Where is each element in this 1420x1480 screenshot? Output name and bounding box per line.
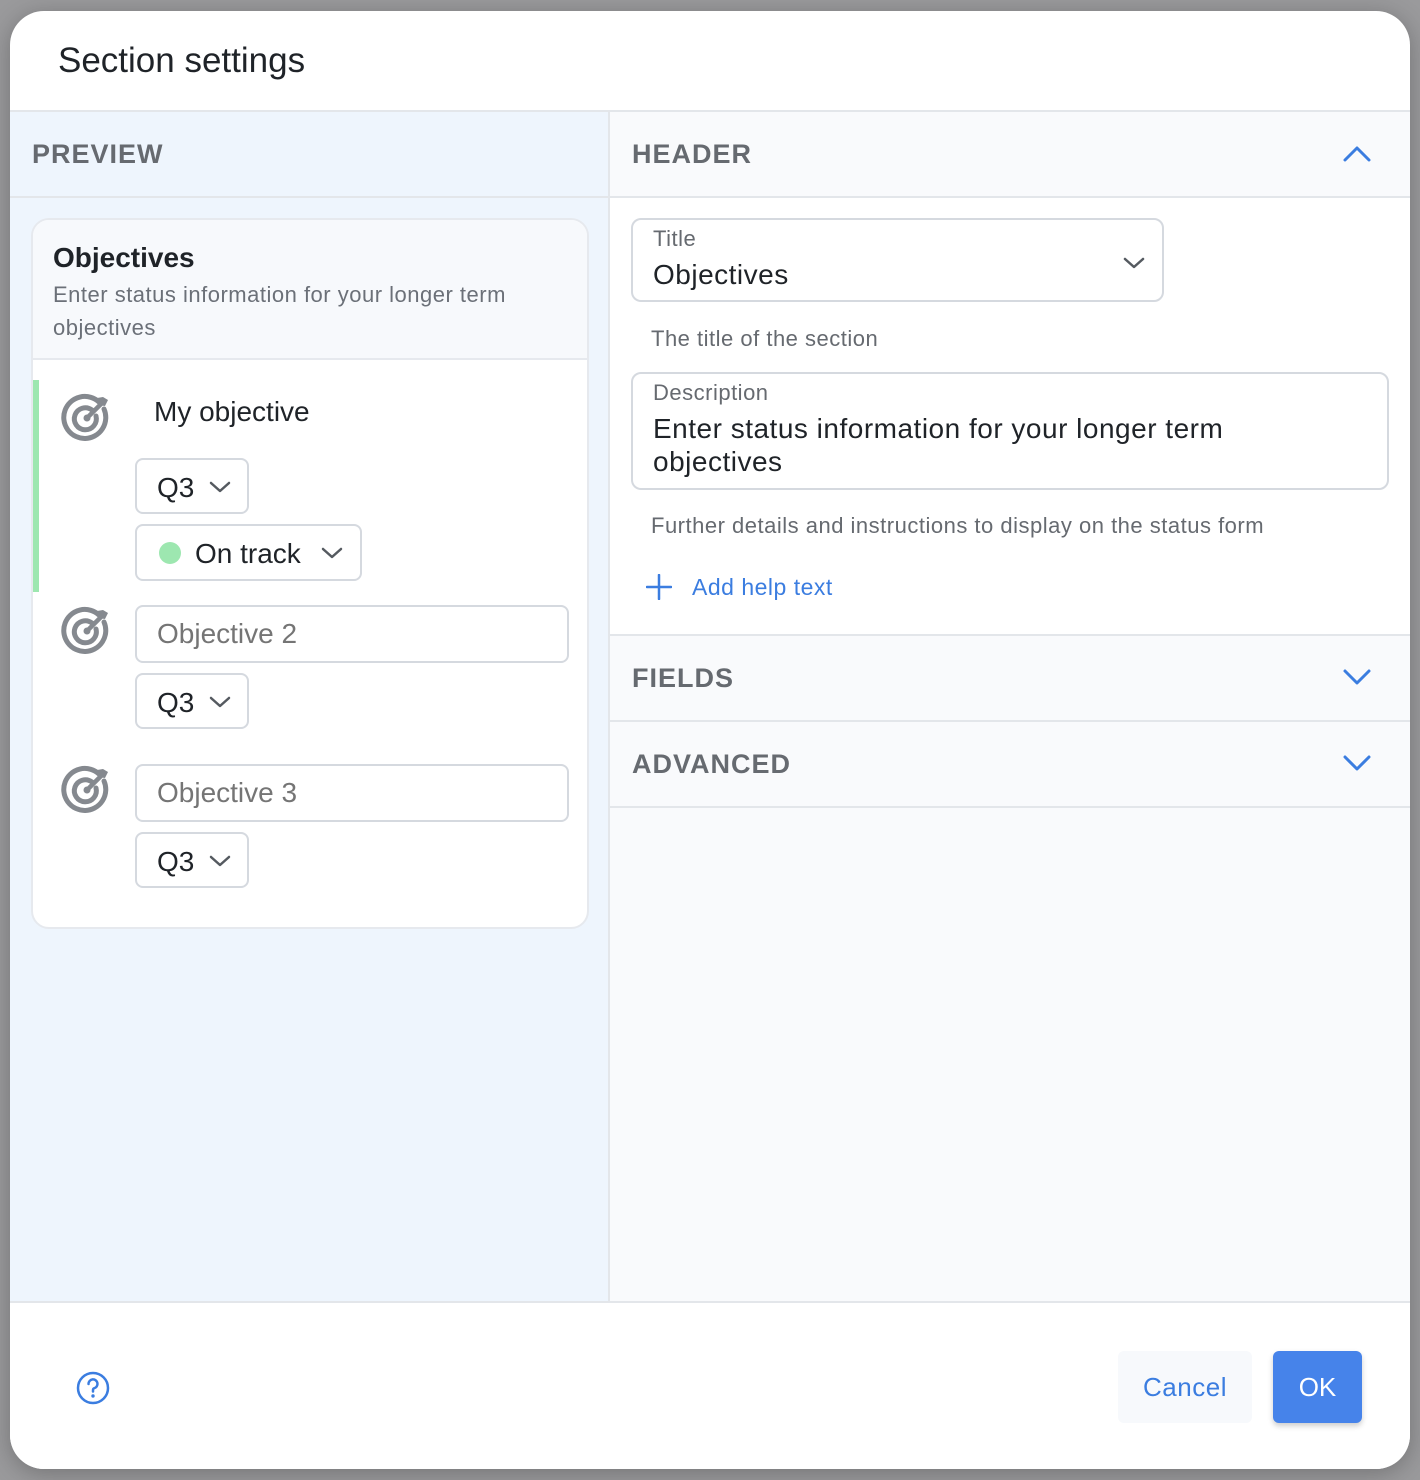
fields-section-label: FIELDS (632, 663, 735, 693)
preview-heading: PREVIEW (32, 139, 164, 169)
description-helper-text: Further details and instructions to disp… (651, 513, 1265, 538)
add-help-text-label: Add help text (692, 573, 833, 600)
preview-card: Objectives Enter status information for … (31, 218, 589, 929)
chevron-up-icon (1343, 146, 1371, 162)
objective-2-quarter-select[interactable]: Q3 (135, 673, 249, 729)
cancel-button[interactable]: Cancel (1118, 1351, 1252, 1423)
add-help-text-button[interactable]: Add help text (646, 570, 833, 604)
chevron-down-icon (209, 855, 231, 867)
objective-3-input[interactable] (135, 764, 569, 822)
ok-button[interactable]: OK (1273, 1351, 1362, 1423)
dialog-footer: Cancel OK (10, 1301, 1410, 1469)
chevron-down-icon (1123, 257, 1145, 269)
plus-icon (646, 574, 672, 600)
dialog-header: Section settings (10, 11, 1410, 112)
preview-pane: PREVIEW Objectives Enter status informat… (10, 112, 610, 1301)
description-field[interactable]: Description Enter status information for… (631, 372, 1389, 490)
fields-accordion-toggle[interactable]: FIELDS (610, 636, 1410, 722)
header-section-body: Title Objectives The title of the sectio… (610, 198, 1410, 636)
objective-accent-bar (33, 380, 39, 592)
description-field-label: Description (653, 380, 769, 405)
description-field-value: Enter status information for your longer… (653, 413, 1224, 477)
quarter-value: Q3 (157, 472, 195, 503)
settings-pane: HEADER Title Objectives The title of the… (610, 112, 1410, 1301)
objective-1-label: My objective (154, 396, 310, 427)
chevron-down-icon (1343, 755, 1371, 771)
chevron-down-icon (209, 696, 231, 708)
header-accordion-toggle[interactable]: HEADER (610, 112, 1410, 198)
target-icon (61, 765, 109, 813)
objective-1-quarter-select[interactable]: Q3 (135, 458, 249, 514)
target-icon (61, 606, 109, 654)
preview-card-title: Objectives (53, 242, 195, 273)
title-field[interactable]: Title Objectives (631, 218, 1164, 302)
quarter-value: Q3 (157, 846, 195, 877)
question-circle-icon[interactable] (76, 1371, 110, 1405)
quarter-value: Q3 (157, 687, 195, 718)
objective-1-status-select[interactable]: On track (135, 524, 362, 581)
chevron-down-icon (321, 547, 343, 559)
preview-card-description: Enter status information for your longer… (53, 282, 506, 340)
chevron-down-icon (1343, 669, 1371, 685)
header-section-label: HEADER (632, 139, 753, 169)
objective-3-quarter-select[interactable]: Q3 (135, 832, 249, 888)
preview-header: PREVIEW (10, 112, 608, 198)
section-settings-dialog: Section settings PREVIEW Objectives Ente… (10, 11, 1410, 1469)
preview-card-header: Objectives Enter status information for … (33, 220, 587, 360)
status-value: On track (195, 538, 301, 569)
title-field-label: Title (653, 226, 697, 251)
title-field-value: Objectives (653, 259, 789, 290)
dialog-title: Section settings (58, 41, 306, 80)
target-icon (61, 393, 109, 441)
title-helper-text: The title of the section (651, 326, 879, 351)
objective-2-input[interactable] (135, 605, 569, 663)
chevron-down-icon (209, 481, 231, 493)
advanced-section-label: ADVANCED (632, 749, 792, 779)
advanced-accordion-toggle[interactable]: ADVANCED (610, 722, 1410, 808)
status-dot (159, 542, 181, 564)
